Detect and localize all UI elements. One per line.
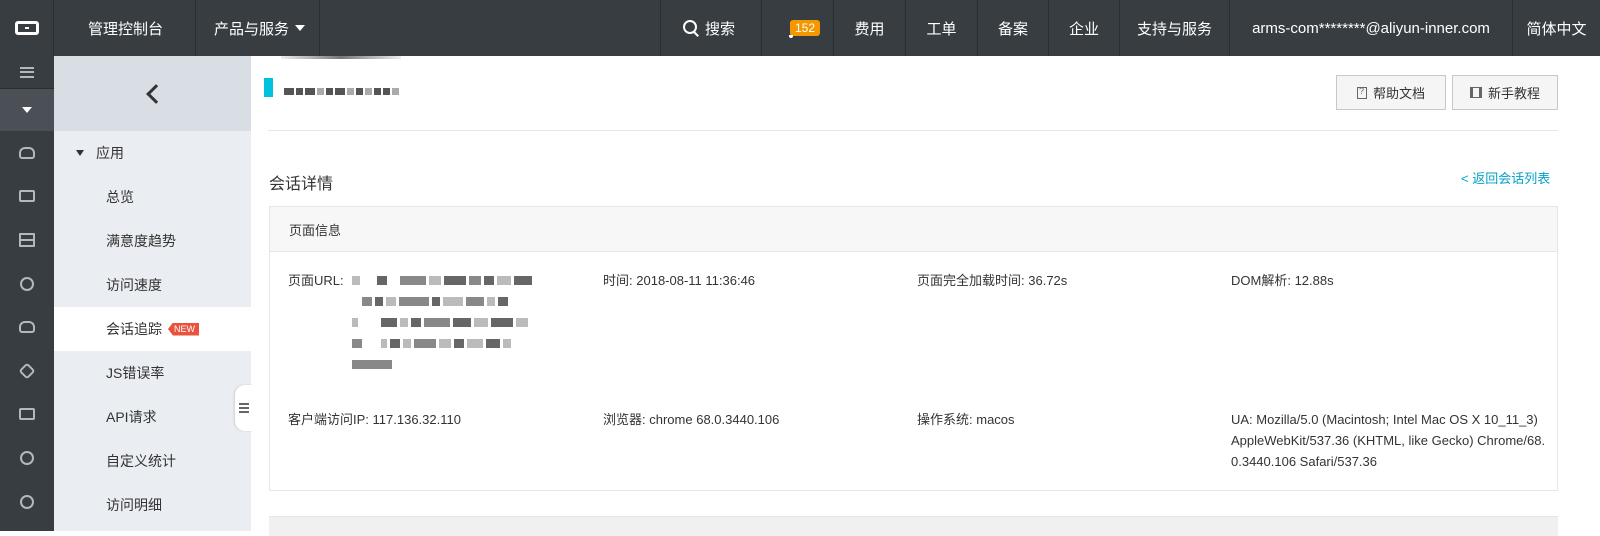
main-content: 帮助文档 新手教程 会话详情 < 返回会话列表 页面信息 页面URL: 时间: … (251, 56, 1600, 536)
os-field: 操作系统: macos (917, 409, 1015, 430)
support-link[interactable]: 支持与服务 (1120, 0, 1230, 56)
browser-label: 浏览器: (603, 412, 646, 427)
new-badge: NEW (168, 322, 199, 336)
help-doc-label: 帮助文档 (1372, 86, 1425, 101)
product-dropdown[interactable] (0, 89, 54, 131)
hexagon-icon (18, 362, 36, 380)
caret-down-icon (76, 150, 84, 156)
dom-parse-value: 12.88s (1294, 273, 1334, 288)
cluster-icon (20, 494, 34, 509)
app-sidebar: 应用 总览 满意度趋势 访问速度 会话追踪 NEW JS错误率 API请求 自定… (54, 56, 251, 531)
product-database[interactable] (0, 218, 54, 262)
sidebar-item-api[interactable]: API请求 (54, 395, 251, 439)
logo-icon (14, 21, 39, 35)
product-hexagon[interactable] (0, 349, 54, 393)
product-ecs[interactable] (0, 175, 54, 219)
sidebar-item-visit-detail[interactable]: 访问明细 (54, 483, 251, 527)
product-cluster[interactable] (0, 480, 54, 524)
sidebar-item-label: 会话追踪 (106, 321, 162, 337)
sidebar-group-app[interactable]: 应用 (54, 131, 251, 175)
back-button[interactable] (54, 56, 251, 131)
panel-heading: 页面信息 (270, 207, 1557, 252)
back-to-sessions-link[interactable]: < 返回会话列表 (1461, 168, 1550, 187)
sidebar-item-overview[interactable]: 总览 (54, 175, 251, 219)
menu-icon (20, 66, 34, 78)
sidebar-collapse-handle[interactable] (235, 385, 253, 431)
sidebar-item-speed[interactable]: 访问速度 (54, 263, 251, 307)
product-cloud[interactable] (0, 131, 54, 175)
film-icon (1469, 87, 1482, 98)
menu-toggle[interactable] (0, 56, 54, 89)
load-time-value: 36.72s (1028, 273, 1068, 288)
beian-link[interactable]: 备案 (978, 0, 1049, 56)
page-info-panel: 页面信息 页面URL: 时间: 2018-08-11 11:36:46 页面完全… (269, 206, 1558, 491)
help-doc-button[interactable]: 帮助文档 (1336, 75, 1446, 110)
title-accent-bar (264, 78, 273, 97)
ticket-link[interactable]: 工单 (906, 0, 978, 56)
tutorial-label: 新手教程 (1487, 86, 1540, 101)
dom-parse-field: DOM解析: 12.88s (1231, 270, 1334, 291)
search-button[interactable]: 搜索 (660, 0, 762, 56)
ua-value: Mozilla/5.0 (Macintosh; Intel Mac OS X 1… (1231, 412, 1546, 469)
cloud-upload-icon (19, 321, 35, 334)
enterprise-link[interactable]: 企业 (1049, 0, 1120, 56)
aliyun-logo[interactable] (0, 0, 54, 56)
sidebar-item-session-trace[interactable]: 会话追踪 NEW (54, 307, 251, 351)
notification-count-badge: 152 (790, 20, 821, 36)
redacted-app-name[interactable] (284, 88, 399, 95)
products-label: 产品与服务 (214, 20, 290, 38)
browser-field: 浏览器: chrome 68.0.3440.106 (603, 409, 779, 430)
ecs-icon (19, 190, 35, 203)
sidebar-group-label: 应用 (96, 145, 124, 161)
load-time-label: 页面完全加载时间: (917, 273, 1025, 288)
cdn-icon (19, 408, 35, 421)
client-ip-value: 117.136.32.110 (372, 412, 461, 427)
cloud-icon (19, 146, 35, 159)
console-link[interactable]: 管理控制台 (54, 0, 196, 56)
browser-value: chrome 68.0.3440.106 (649, 412, 780, 427)
chevron-left-icon (145, 83, 166, 104)
time-value: 2018-08-11 11:36:46 (636, 273, 756, 288)
sidebar-item-js-errors[interactable]: JS错误率 (54, 351, 251, 395)
tutorial-button[interactable]: 新手教程 (1452, 75, 1558, 110)
sidebar-item-custom-stats[interactable]: 自定义统计 (54, 439, 251, 483)
chevron-down-icon (295, 25, 306, 31)
redacted-url (352, 270, 592, 375)
network-icon (20, 276, 34, 291)
ua-label: UA: (1231, 412, 1253, 427)
fee-link[interactable]: 费用 (834, 0, 906, 56)
redacted-strip (281, 56, 401, 59)
product-icon-bar (0, 56, 54, 531)
url-label: 页面URL: (288, 273, 344, 288)
time-label: 时间: (603, 273, 633, 288)
database-icon (19, 232, 35, 247)
product-network[interactable] (0, 262, 54, 306)
top-navbar: 管理控制台 产品与服务 搜索 152 费用 工单 备案 企业 支持与服务 arm… (0, 0, 1600, 56)
language-switch[interactable]: 简体中文 (1513, 0, 1600, 56)
header-divider (268, 130, 1558, 131)
next-panel (269, 516, 1558, 536)
os-value: macos (976, 412, 1015, 427)
search-icon (683, 20, 699, 36)
search-label: 搜索 (705, 20, 736, 38)
product-cloud-upload[interactable] (0, 305, 54, 349)
page-title: 会话详情 (269, 176, 334, 193)
os-label: 操作系统: (917, 412, 973, 427)
products-menu[interactable]: 产品与服务 (196, 0, 320, 56)
dom-parse-label: DOM解析: (1231, 273, 1291, 288)
time-field: 时间: 2018-08-11 11:36:46 (603, 270, 755, 291)
sidebar-item-satisfaction[interactable]: 满意度趋势 (54, 219, 251, 263)
dropdown-icon (22, 107, 32, 113)
client-ip-field: 客户端访问IP: 117.136.32.110 (288, 409, 461, 430)
client-ip-label: 客户端访问IP: (288, 412, 369, 427)
ua-field: UA: Mozilla/5.0 (Macintosh; Intel Mac OS… (1231, 409, 1549, 472)
dev-icon (20, 450, 34, 465)
list-icon (239, 403, 249, 413)
help-doc-icon (1356, 86, 1367, 99)
notifications-button[interactable]: 152 (762, 0, 834, 56)
product-dev[interactable] (0, 436, 54, 480)
account-menu[interactable]: arms-com********@aliyun-inner.com (1230, 0, 1513, 56)
product-cdn[interactable] (0, 393, 54, 437)
load-time-field: 页面完全加载时间: 36.72s (917, 270, 1067, 291)
